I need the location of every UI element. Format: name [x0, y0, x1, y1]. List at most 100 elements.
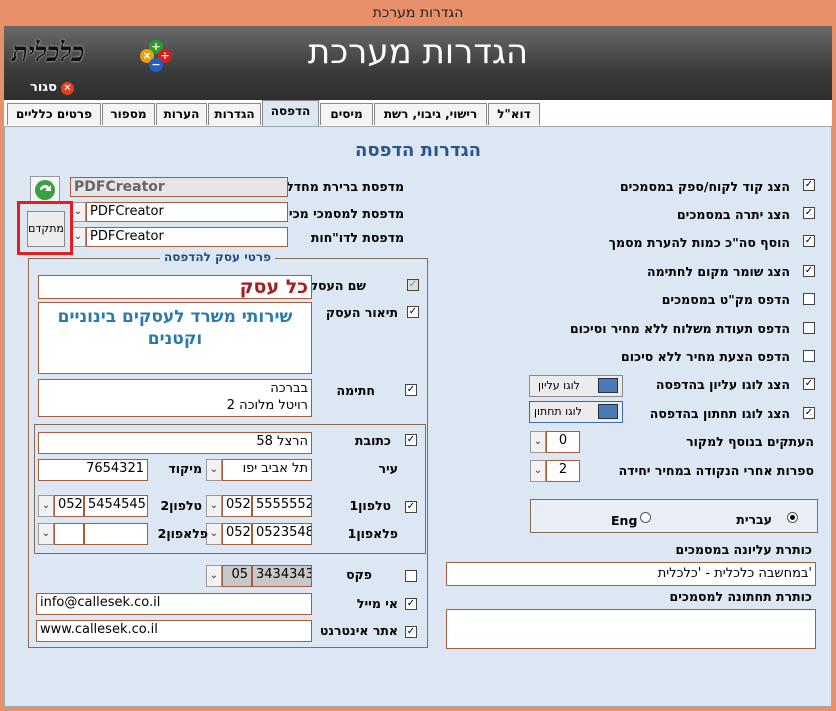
option-checkbox[interactable] — [803, 293, 815, 305]
option-checkbox[interactable]: ✓ — [803, 235, 815, 247]
email-label: אי מייל — [356, 596, 398, 611]
tab-bar: דוא"ל רישוי, גיבוי, רשת מיסים הדפסה הגדר… — [4, 100, 832, 126]
option-label: הדפס תעודת משלוח ללא מחיר וסיכום — [569, 321, 790, 336]
app-header: הגדרות מערכת כלכלית + × ÷ − סגור ✕ — [4, 26, 832, 100]
cell1-label: פלאפון1 — [347, 526, 398, 541]
cell1-dropdown-icon[interactable]: ⌄ — [206, 523, 222, 545]
option-label: הצג שומר מקום לחתימה — [647, 264, 790, 279]
phone1-dropdown-icon[interactable]: ⌄ — [206, 495, 222, 517]
cell2-dropdown-icon[interactable]: ⌄ — [38, 523, 54, 545]
tab-email[interactable]: דוא"ל — [488, 103, 540, 125]
cell2-label: פלאפון2 — [157, 526, 208, 541]
reports-printer-select[interactable]: PDFCreator — [86, 227, 288, 247]
option-checkbox[interactable] — [803, 350, 815, 362]
decimals-dropdown-icon[interactable]: ⌄ — [530, 460, 546, 482]
cell1-prefix[interactable]: 052 — [222, 523, 252, 545]
option-checkbox[interactable]: ✓ — [803, 378, 815, 390]
top-logo-label: לוגו עליון — [538, 379, 580, 392]
tab-printing[interactable]: הדפסה — [262, 100, 319, 126]
hebrew-label: עברית — [736, 512, 772, 527]
email-field[interactable]: info@callesek.co.il — [36, 593, 312, 615]
bottom-logo-label: לוגו תחתון — [534, 405, 582, 418]
zip-label: מיקוד — [168, 461, 202, 476]
fax-dropdown-icon[interactable]: ⌄ — [206, 565, 222, 587]
option-checkbox[interactable]: ✓ — [803, 179, 815, 191]
doc-footer-field[interactable] — [446, 609, 816, 649]
fax-number[interactable]: 3434343 — [252, 565, 312, 587]
option-label: הוסף סה"כ כמות להערת מסמך — [608, 235, 790, 250]
decimals-field[interactable]: 2 — [546, 460, 580, 482]
refresh-icon[interactable] — [30, 176, 60, 204]
phone2-prefix[interactable]: 052 — [54, 495, 84, 517]
phone1-checkbox[interactable]: ✓ — [405, 501, 417, 513]
tab-notes[interactable]: הערות — [156, 103, 207, 125]
signature-checkbox[interactable]: ✓ — [405, 384, 417, 396]
fax-label: פקס — [346, 567, 372, 582]
email-checkbox[interactable]: ✓ — [405, 598, 417, 610]
address-field[interactable]: הרצל 58 — [38, 432, 312, 454]
cell1-number[interactable]: 0523548 — [252, 523, 312, 545]
city-dropdown-icon[interactable]: ⌄ — [206, 459, 222, 481]
top-logo-button[interactable]: לוגו עליון — [529, 375, 623, 397]
business-desc-label: תיאור העסק — [325, 305, 398, 320]
business-desc-checkbox[interactable]: ✓ — [407, 306, 419, 318]
tab-taxes[interactable]: מיסים — [320, 103, 373, 125]
business-name-field[interactable]: כל עסק — [38, 275, 312, 299]
english-radio[interactable] — [640, 512, 651, 523]
doc-header-field[interactable]: במחשבה כלכלית - 'כלכלית' — [446, 562, 816, 586]
hebrew-radio[interactable] — [787, 512, 798, 523]
option-label: הצג לוגו עליון בהדפסה — [655, 377, 790, 392]
business-name-checkbox[interactable]: ✓ — [407, 279, 419, 291]
signature-line-1: בברכה — [270, 381, 308, 396]
address-checkbox[interactable]: ✓ — [405, 434, 417, 446]
monitor-icon — [598, 404, 618, 419]
phone2-dropdown-icon[interactable]: ⌄ — [38, 495, 54, 517]
tab-numbering[interactable]: מספור — [102, 103, 155, 125]
cell2-number[interactable] — [84, 523, 148, 545]
fax-checkbox[interactable] — [405, 570, 417, 582]
address-label: כתובת — [354, 433, 391, 448]
option-label: הצג יתרה במסמכים — [676, 207, 790, 222]
tab-general[interactable]: פרטים כלליים — [7, 103, 101, 125]
decimals-label: ספרות אחרי הנקודה במחיר יחידה — [618, 463, 814, 478]
fax-prefix[interactable]: 05 — [222, 565, 252, 587]
option-checkbox[interactable]: ✓ — [803, 407, 815, 419]
phone2-number[interactable]: 5454545 — [84, 495, 148, 517]
copies-dropdown-icon[interactable]: ⌄ — [530, 431, 546, 453]
bottom-logo-button[interactable]: לוגו תחתון — [529, 401, 623, 423]
close-icon: ✕ — [60, 82, 74, 95]
option-checkbox[interactable] — [803, 322, 815, 334]
zip-field[interactable]: 7654321 — [38, 459, 148, 481]
close-button[interactable]: סגור ✕ — [30, 80, 74, 95]
sales-printer-select[interactable]: PDFCreator — [86, 202, 288, 222]
option-label: הצג לוגו תחתון בהדפסה — [649, 406, 790, 421]
language-group — [530, 499, 818, 533]
website-field[interactable]: www.callesek.co.il — [36, 620, 312, 642]
copies-field[interactable]: 0 — [546, 431, 580, 453]
monitor-icon — [598, 378, 618, 393]
option-checkbox[interactable]: ✓ — [803, 265, 815, 277]
signature-label: חתימה — [336, 383, 375, 398]
phone1-number[interactable]: 5555552 — [252, 495, 312, 517]
app-logo: כלכלית + × ÷ − — [12, 38, 172, 78]
website-label: אתר אינטרנט — [319, 623, 398, 638]
business-desc-field[interactable]: שירותי משרד לעסקים בינוניים וקטנים — [38, 302, 312, 374]
website-checkbox[interactable]: ✓ — [405, 626, 417, 638]
phone2-label: טלפון2 — [160, 498, 202, 513]
cell2-prefix[interactable] — [54, 523, 84, 545]
tab-license[interactable]: רישוי, גיבוי, רשת — [374, 103, 487, 125]
option-checkbox[interactable]: ✓ — [803, 207, 815, 219]
phone1-label: טלפון1 — [349, 498, 391, 513]
signature-field[interactable]: בברכה רויטל מלוכה 2 — [38, 379, 312, 417]
option-label: הדפס הצעת מחיר ללא סיכום — [621, 349, 790, 364]
copies-label: העתקים בנוסף למקור — [686, 434, 814, 449]
default-printer-field[interactable]: PDFCreator — [70, 177, 288, 197]
default-printer-label: מדפסת ברירת מחדל — [286, 179, 404, 194]
logo-plus-icon: + × ÷ − — [140, 40, 172, 72]
option-label: הצג קוד לקוח/ספק במסמכים — [619, 179, 790, 194]
phone1-prefix[interactable]: 052 — [222, 495, 252, 517]
tab-settings[interactable]: הגדרות — [208, 103, 261, 125]
panel-title: הגדרות הדפסה — [355, 140, 481, 161]
english-label: Eng — [611, 513, 638, 528]
city-field[interactable]: תל אביב יפו — [222, 459, 312, 481]
